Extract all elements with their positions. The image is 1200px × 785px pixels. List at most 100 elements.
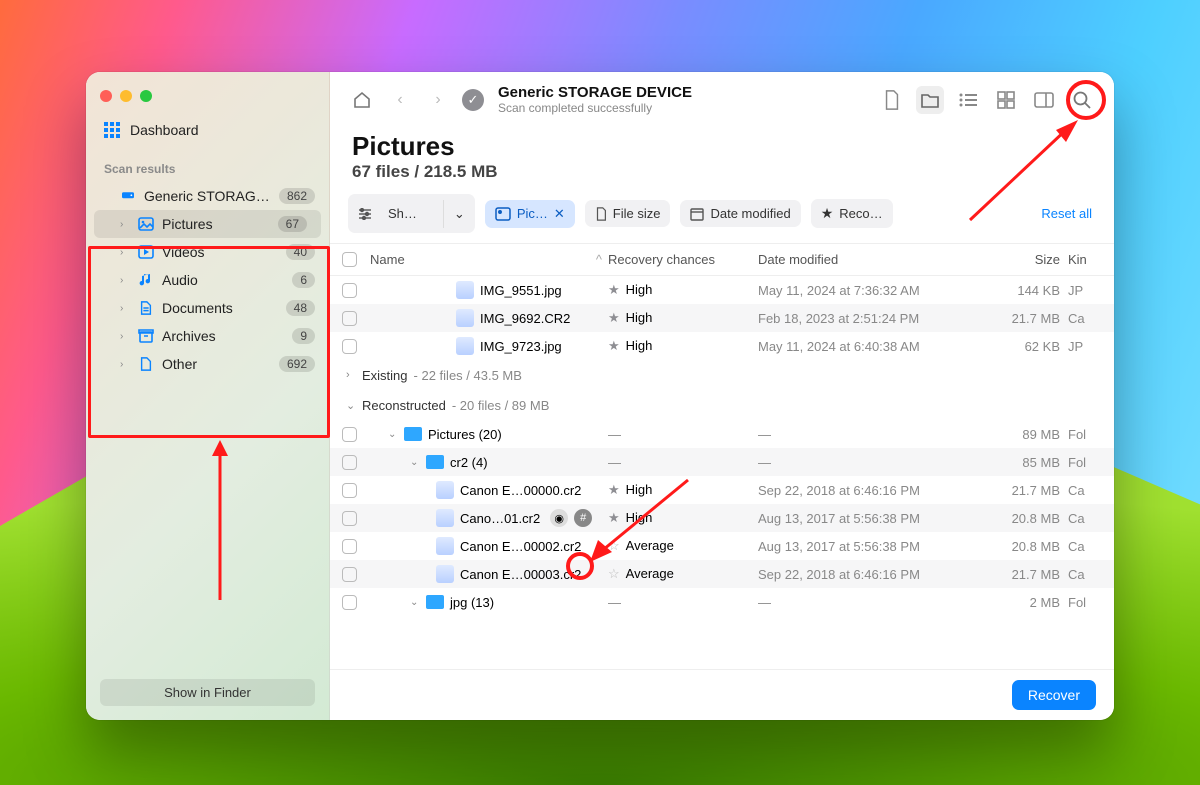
count-badge: 40: [286, 244, 315, 260]
row-checkbox[interactable]: [342, 455, 357, 470]
group-reconstructed[interactable]: ⌄ Reconstructed - 20 files / 89 MB: [330, 390, 1114, 420]
column-size[interactable]: Size: [988, 252, 1060, 267]
preview-eye-icon[interactable]: ◉: [550, 509, 568, 527]
row-checkbox[interactable]: [342, 283, 357, 298]
image-file-icon: [436, 509, 454, 527]
count-badge: 6: [292, 272, 315, 288]
image-file-icon: [456, 309, 474, 327]
sidebar-item-label: Archives: [162, 328, 284, 344]
toolbar: ‹ › ✓ Generic STORAGE DEVICE Scan comple…: [330, 72, 1114, 127]
scan-status-icon: ✓: [462, 89, 484, 111]
sidebar-item-label: Audio: [162, 272, 284, 288]
folder-row[interactable]: ⌄jpg (13) — — 2 MB Fol: [330, 588, 1114, 616]
star-icon: ★: [608, 338, 620, 353]
star-icon: ★: [608, 310, 620, 325]
chevron-down-icon: ⌄: [388, 429, 398, 440]
toolbar-title-block: Generic STORAGE DEVICE Scan completed su…: [498, 84, 692, 115]
sidebar-item-label: Other: [162, 356, 271, 372]
scan-status-text: Scan completed successfully: [498, 101, 692, 115]
column-date[interactable]: Date modified: [758, 252, 988, 267]
view-folder-button[interactable]: [916, 86, 944, 114]
folder-icon: [426, 595, 444, 609]
count-badge: 692: [279, 356, 315, 372]
table-row[interactable]: Canon E…00000.cr2 ★High Sep 22, 2018 at …: [330, 476, 1114, 504]
sort-asc-icon: ^: [596, 252, 602, 267]
table-row[interactable]: IMG_9551.jpg ★High May 11, 2024 at 7:36:…: [330, 276, 1114, 304]
count-badge: 67: [278, 216, 307, 232]
dashboard-icon: [104, 122, 120, 138]
star-icon: ★: [608, 510, 620, 525]
table-row[interactable]: IMG_9723.jpg ★High May 11, 2024 at 6:40:…: [330, 332, 1114, 360]
sidebar-item-pictures[interactable]: › Pictures 67: [94, 210, 321, 238]
chevron-down-icon: ⌄: [346, 399, 356, 412]
row-checkbox[interactable]: [342, 339, 357, 354]
view-list-button[interactable]: [954, 86, 982, 114]
row-checkbox[interactable]: [342, 567, 357, 582]
group-existing[interactable]: › Existing - 22 files / 43.5 MB: [330, 360, 1114, 390]
filter-show-dropdown[interactable]: Sh… ⌄: [348, 194, 475, 233]
forward-button[interactable]: ›: [424, 86, 452, 114]
folder-row[interactable]: ⌄Pictures (20) — — 89 MB Fol: [330, 420, 1114, 448]
filter-recovery-chances[interactable]: ★ Reco…: [811, 199, 893, 228]
select-all-checkbox[interactable]: [342, 252, 357, 267]
clear-filter-icon[interactable]: ✕: [554, 206, 565, 222]
sidebar-item-other[interactable]: › Other 692: [86, 350, 329, 378]
folder-icon: [426, 455, 444, 469]
sidebar-item-label: Videos: [162, 244, 278, 260]
table-header: Name^ Recovery chances Date modified Siz…: [330, 244, 1114, 276]
drive-icon: [120, 188, 136, 204]
minimize-window-button[interactable]: [120, 90, 132, 102]
reset-filters-button[interactable]: Reset all: [1041, 206, 1096, 221]
home-button[interactable]: [348, 86, 376, 114]
row-checkbox[interactable]: [342, 595, 357, 610]
table-row[interactable]: Cano…01.cr2 ◉ # ★High Aug 13, 2017 at 5:…: [330, 504, 1114, 532]
table-row[interactable]: Canon E…00002.cr2 ☆Average Aug 13, 2017 …: [330, 532, 1114, 560]
folder-icon: [404, 427, 422, 441]
close-window-button[interactable]: [100, 90, 112, 102]
row-checkbox[interactable]: [342, 311, 357, 326]
row-checkbox[interactable]: [342, 483, 357, 498]
sidebar-item-audio[interactable]: › Audio 6: [86, 266, 329, 294]
hash-icon[interactable]: #: [574, 509, 592, 527]
sidebar-item-documents[interactable]: › Documents 48: [86, 294, 329, 322]
column-name[interactable]: Name^: [370, 252, 608, 267]
star-icon: ★: [608, 482, 620, 497]
recover-button[interactable]: Recover: [1012, 680, 1096, 710]
file-table: IMG_9550.jpg 121 KB Name^ Recovery chanc…: [330, 243, 1114, 669]
count-badge: 862: [279, 188, 315, 204]
page-title: Pictures: [352, 131, 1092, 162]
sidebar-item-device[interactable]: Generic STORAG… 862: [86, 182, 329, 210]
column-kind[interactable]: Kin: [1060, 252, 1102, 267]
filter-type-pictures[interactable]: Pic… ✕: [485, 200, 575, 228]
device-title: Generic STORAGE DEVICE: [498, 84, 692, 101]
sidebar-item-label: Documents: [162, 300, 278, 316]
search-button[interactable]: [1068, 86, 1096, 114]
sidebar-item-archives[interactable]: › Archives 9: [86, 322, 329, 350]
view-panel-button[interactable]: [1030, 86, 1058, 114]
row-checkbox[interactable]: [342, 539, 357, 554]
row-checkbox[interactable]: [342, 427, 357, 442]
page-heading: Pictures 67 files / 218.5 MB: [330, 127, 1114, 194]
star-icon: ★: [608, 282, 620, 297]
chevron-right-icon: ›: [346, 369, 356, 381]
sidebar-item-videos[interactable]: › Videos 40: [86, 238, 329, 266]
folder-row[interactable]: ⌄cr2 (4) — — 85 MB Fol: [330, 448, 1114, 476]
maximize-window-button[interactable]: [140, 90, 152, 102]
view-document-button[interactable]: [878, 86, 906, 114]
image-file-icon: [436, 537, 454, 555]
row-checkbox[interactable]: [342, 511, 357, 526]
show-in-finder-button[interactable]: Show in Finder: [100, 679, 315, 706]
chevron-right-icon: ›: [120, 219, 130, 230]
filter-date-modified[interactable]: Date modified: [680, 200, 800, 227]
table-row[interactable]: Canon E…00003.cr2 ☆Average Sep 22, 2018 …: [330, 560, 1114, 588]
chevron-right-icon: ›: [120, 331, 130, 342]
table-row[interactable]: IMG_9692.CR2 ★High Feb 18, 2023 at 2:51:…: [330, 304, 1114, 332]
filter-file-size[interactable]: File size: [585, 200, 671, 227]
dashboard-nav[interactable]: Dashboard: [86, 116, 329, 144]
filter-bar: Sh… ⌄ Pic… ✕ File size Date modified ★ R…: [330, 194, 1114, 243]
sidebar: Dashboard Scan results Generic STORAG… 8…: [86, 72, 330, 720]
image-file-icon: [436, 565, 454, 583]
view-grid-button[interactable]: [992, 86, 1020, 114]
column-recovery[interactable]: Recovery chances: [608, 252, 758, 267]
back-button[interactable]: ‹: [386, 86, 414, 114]
